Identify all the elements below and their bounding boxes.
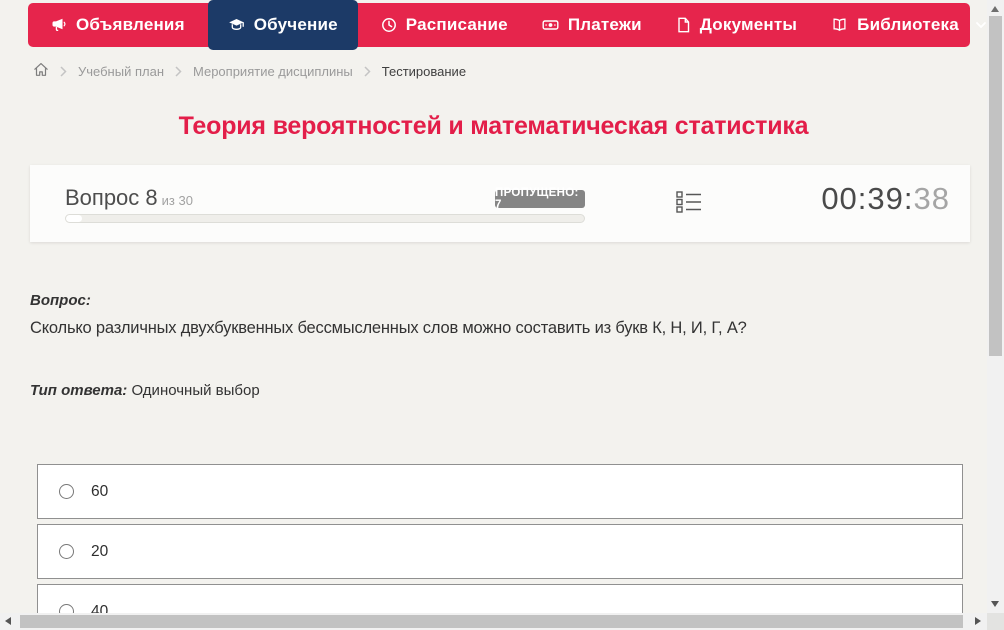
scrollbar-corner [987,613,1004,630]
chevron-right-icon [364,65,371,77]
nav-item-label: Объявления [76,15,185,34]
graduation-cap-icon [228,17,245,33]
question-list-button[interactable] [674,189,704,219]
answer-label: 40 [91,602,109,614]
test-page: Объявления Обучение Расписание Платежи Д… [0,0,1004,630]
question-number-label: Вопрос 8 [65,185,158,210]
page-title: Теория вероятностей и математическая ста… [178,112,809,140]
answer-radio[interactable] [59,484,74,499]
vertical-scrollbar-thumb[interactable] [989,16,1002,356]
answer-type-value: Одиночный выбор [131,382,260,399]
banknote-icon [542,17,559,33]
nav-item-payments[interactable]: Платежи [525,3,659,47]
breadcrumb-item-curriculum[interactable]: Учебный план [78,64,164,79]
chevron-right-icon [175,65,182,77]
nav-item-learning[interactable]: Обучение [207,0,358,50]
question-label: Вопрос: [30,292,91,309]
question-header-card: Вопрос 8 из 30 ПРОПУЩЕНО: 7 00:39:38 [30,165,970,242]
progress-bar-fill [66,215,82,222]
answer-options: 60 20 40 [37,464,963,613]
question-list-icon [676,190,702,219]
timer-seconds: 38 [913,181,950,216]
answer-option-2[interactable]: 20 [37,524,963,579]
timer-minutes: 00:39: [821,181,914,216]
nav-item-label: Платежи [567,15,642,34]
answer-label: 20 [91,542,109,560]
home-icon[interactable] [33,62,49,80]
scroll-down-arrow-icon[interactable] [991,601,999,607]
top-navigation: Объявления Обучение Расписание Платежи Д… [28,0,986,50]
nav-item-announcements[interactable]: Объявления [34,3,202,47]
answer-radio[interactable] [59,544,74,559]
skipped-badge: ПРОПУЩЕНО: 7 [495,187,585,211]
answer-option-3[interactable]: 40 [37,584,963,613]
chevron-down-icon [975,21,987,30]
chevron-right-icon [60,65,67,77]
nav-item-label: Документы [699,15,798,34]
question-text: Сколько различных двухбуквенных бессмысл… [30,319,747,337]
nav-item-label: Обучение [253,15,338,34]
answer-option-1[interactable]: 60 [37,464,963,519]
page-content: Объявления Обучение Расписание Платежи Д… [0,0,987,613]
scroll-left-arrow-icon[interactable] [5,617,11,625]
answer-type-label: Тип ответа: [30,382,128,399]
vertical-scrollbar [987,0,1004,613]
answer-label: 60 [91,482,109,500]
nav-item-documents[interactable]: Документы [659,3,814,47]
scroll-right-arrow-icon[interactable] [975,617,981,625]
nav-item-label: Библиотека [857,15,959,34]
question-body: Вопрос: Сколько различных двухбуквенных … [30,292,947,399]
document-icon [676,17,691,33]
horizontal-scrollbar [0,613,987,630]
breadcrumb: Учебный план Мероприятие дисциплины Тест… [33,62,466,80]
horizontal-scrollbar-thumb[interactable] [20,615,963,628]
scroll-up-arrow-icon[interactable] [991,6,999,12]
timer: 00:39:38 [821,181,950,217]
answer-radio[interactable] [59,604,74,613]
breadcrumb-item-discipline-event[interactable]: Мероприятие дисциплины [193,64,353,79]
nav-item-library[interactable]: Библиотека [814,3,987,47]
open-book-icon [831,17,848,33]
progress-bar [65,214,585,223]
answer-type-row: Тип ответа: Одиночный выбор [30,382,947,399]
breadcrumb-item-testing: Тестирование [381,63,467,79]
clock-icon [381,17,397,33]
megaphone-icon [51,17,67,33]
nav-item-schedule[interactable]: Расписание [364,3,525,47]
nav-items: Объявления Обучение Расписание Платежи Д… [28,0,986,50]
question-number: Вопрос 8 из 30 [65,185,193,211]
nav-item-label: Расписание [405,15,508,34]
question-total: из 30 [161,193,193,208]
